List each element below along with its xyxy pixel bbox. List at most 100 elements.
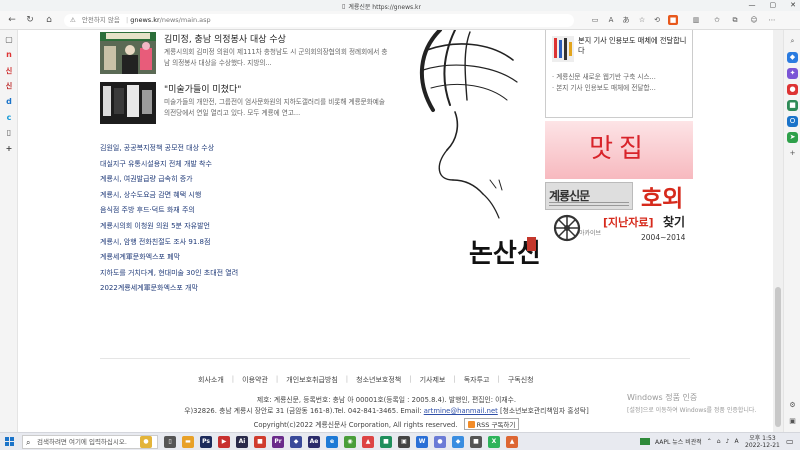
close-icon[interactable]: ✕ [790, 1, 796, 9]
footer-link-tip[interactable]: 기사제보 [420, 375, 446, 385]
headline-link[interactable]: 계룡시의회 이청원 의원 5분 자유발언 [100, 221, 360, 237]
taskbar-widget-icon[interactable]: ● [140, 436, 152, 448]
taskbar-red-icon[interactable]: ▶ [218, 436, 230, 448]
rss-button[interactable]: RSS 구독하기 [463, 418, 520, 430]
ime-icon[interactable]: A [734, 438, 738, 445]
sidebar-outlook-icon[interactable]: O [787, 116, 798, 127]
favorites-bar-icon[interactable]: ✩ [712, 15, 722, 25]
news-item[interactable]: "미술가들이 미쳤다" 미술가들의 개안전, 그룹전이 엄사문화원의 지하도갤러… [100, 82, 390, 126]
tab-c-icon[interactable]: c [3, 112, 15, 124]
archive-banner[interactable]: 아카이브 [지난자료] 찾기 2004~2014 [545, 212, 693, 244]
scrollbar-thumb[interactable] [775, 287, 781, 427]
taskbar-orange-icon[interactable]: ▲ [506, 436, 518, 448]
headline-link[interactable]: 계룡시, 상수도요금 감면 혜택 시행 [100, 190, 360, 206]
tab-sin2-icon[interactable]: 신 [3, 80, 15, 92]
taskbar-app-icon[interactable]: ■ [254, 436, 266, 448]
taskbar-taskview-icon[interactable]: ▯ [164, 436, 176, 448]
footer-link-subscribe[interactable]: 구독신청 [508, 375, 534, 385]
footer-link-reader[interactable]: 독자투고 [464, 375, 490, 385]
tray-arrow-icon[interactable]: ⌃ [707, 438, 712, 445]
notice-item[interactable]: · 본지 기사 인용보도 매체에 전달합... [552, 83, 690, 94]
sidebar-office-icon[interactable]: ■ [787, 100, 798, 111]
home-icon[interactable]: ⌂ [43, 14, 55, 26]
address-bar[interactable]: ⚠ 안전하지 않음 | gnews.kr/news/main.asp [64, 14, 574, 27]
headline-link[interactable]: 계룡세계軍문화엑스포 폐막 [100, 252, 360, 268]
maximize-icon[interactable]: ▢ [770, 1, 777, 9]
windows-start-icon[interactable] [5, 437, 15, 447]
taskbar-edge-icon[interactable]: e [326, 436, 338, 448]
taskbar-green-icon[interactable]: ■ [380, 436, 392, 448]
volume-icon[interactable]: ♪ [726, 438, 730, 445]
back-icon[interactable]: ← [6, 14, 18, 26]
sidebar-add-icon[interactable]: + [787, 148, 798, 159]
taskbar-blue-icon[interactable]: ◆ [290, 436, 302, 448]
majip-banner[interactable]: 맛집 [545, 121, 693, 179]
network-icon[interactable]: ⌂ [717, 438, 721, 445]
calligraphy-artwork[interactable]: 논산신문 [395, 28, 565, 270]
tab-page-icon[interactable]: ▯ [3, 127, 15, 139]
footer-link-privacy[interactable]: 개인보호취급방침 [286, 375, 338, 385]
minimize-icon[interactable]: — [749, 1, 756, 9]
refresh-icon[interactable]: ↻ [24, 14, 36, 26]
news-thumbnail[interactable] [100, 32, 156, 74]
headline-link[interactable]: 음식점 주방 후드·덕트 화재 주의 [100, 205, 360, 221]
headline-link[interactable]: 김원일, 공공복지정책 공모전 대상 수상 [100, 143, 360, 159]
taskbar-word-icon[interactable]: W [416, 436, 428, 448]
news-title[interactable]: "미술가들이 미쳤다" [164, 82, 241, 95]
taskbar-dark-icon[interactable]: ▣ [398, 436, 410, 448]
footer-email-link[interactable]: artmine@hanmail.net [424, 407, 498, 415]
sidebar-settings-icon[interactable]: ⚙ [787, 400, 798, 411]
taskbar-gray-icon[interactable]: ■ [470, 436, 482, 448]
taskbar-explorer-icon[interactable]: ▬ [182, 436, 194, 448]
taskbar-ae-icon[interactable]: Ae [308, 436, 320, 448]
notice-image[interactable] [552, 36, 574, 62]
weather-news[interactable]: AAPL 뉴스 비관적 [655, 437, 702, 446]
footer-link-about[interactable]: 회사소개 [198, 375, 224, 385]
news-title[interactable]: 김미정, 충남 의정봉사 대상 수상 [164, 32, 286, 45]
taskbar-ps-icon[interactable]: Ps [200, 436, 212, 448]
tab-d-icon[interactable]: d [3, 96, 15, 108]
page-scrollbar[interactable] [773, 30, 783, 432]
news-thumbnail[interactable] [100, 82, 156, 124]
headline-link[interactable]: 지하도를 거치다계, 현대미술 30인 초대전 열려 [100, 268, 360, 284]
ext-orange-icon[interactable]: ■ [668, 15, 678, 25]
news-item[interactable]: 김미정, 충남 의정봉사 대상 수상 계룡시의회 김미정 의원이 제111차 충… [100, 32, 390, 76]
sidebar-plane-icon[interactable]: ➤ [787, 132, 798, 143]
collections-icon[interactable]: ⧉ [730, 15, 740, 25]
tab-actions-icon[interactable]: ▢ [3, 34, 15, 46]
profile-icon[interactable]: ☺ [749, 15, 759, 25]
footer-link-youth[interactable]: 청소년보호정책 [356, 375, 401, 385]
taskbar-excel-icon[interactable]: X [488, 436, 500, 448]
sidebar-games-icon[interactable]: ● [787, 84, 798, 95]
hoeoi-banner[interactable]: 계룡신문 호외 [545, 181, 693, 212]
notice-lead[interactable]: 본지 기사 인용보도 매체에 전달합니다 [578, 36, 688, 56]
translate-icon[interactable]: あ [621, 15, 631, 25]
favorite-icon[interactable]: ☆ [637, 15, 647, 25]
sidebar-layout-icon[interactable]: ▣ [787, 416, 798, 427]
tab-sin-icon[interactable]: 신 [3, 65, 15, 77]
notification-icon[interactable]: ▭ [786, 437, 794, 446]
split-screen-icon[interactable]: ▥ [691, 15, 701, 25]
tab-n-icon[interactable]: n [3, 49, 15, 61]
sidebar-tools-icon[interactable]: ✦ [787, 68, 798, 79]
headline-link[interactable]: 계룡시, 여권발급량 급속히 증가 [100, 174, 360, 190]
more-menu-icon[interactable]: ⋯ [767, 15, 777, 25]
sidebar-search-icon[interactable]: ⌕ [787, 36, 798, 47]
taskbar-search-input[interactable]: ⌕ 검색하려면 여기에 입력하십시오. [22, 435, 158, 449]
headline-link[interactable]: 계룡시, 암행 전화친절도 조사 91.8점 [100, 237, 360, 253]
taskbar-blue2-icon[interactable]: ◆ [452, 436, 464, 448]
taskbar-ai-icon[interactable]: Ai [236, 436, 248, 448]
headline-link[interactable]: 2022계룡세계軍문화엑스포 개막 [100, 283, 360, 299]
system-clock[interactable]: 오후 1:53 2022-12-21 [745, 435, 780, 449]
new-tab-icon[interactable]: + [3, 143, 15, 155]
taskbar-pr-icon[interactable]: Pr [272, 436, 284, 448]
reading-view-icon[interactable]: ▭ [590, 15, 600, 25]
taskbar-pdf-icon[interactable]: ▲ [362, 436, 374, 448]
notice-item[interactable]: · 계룡신문 새로운 웹기반 구축 시스... [552, 72, 690, 83]
footer-link-terms[interactable]: 이용약관 [242, 375, 268, 385]
headline-link[interactable]: 대실지구 유통시설용지 전체 개발 착수 [100, 159, 360, 175]
extensions-icon[interactable]: ⟲ [652, 15, 662, 25]
read-aloud-icon[interactable]: A [606, 15, 616, 25]
taskbar-purple-icon[interactable]: ● [434, 436, 446, 448]
sidebar-tag-icon[interactable]: ◆ [787, 52, 798, 63]
